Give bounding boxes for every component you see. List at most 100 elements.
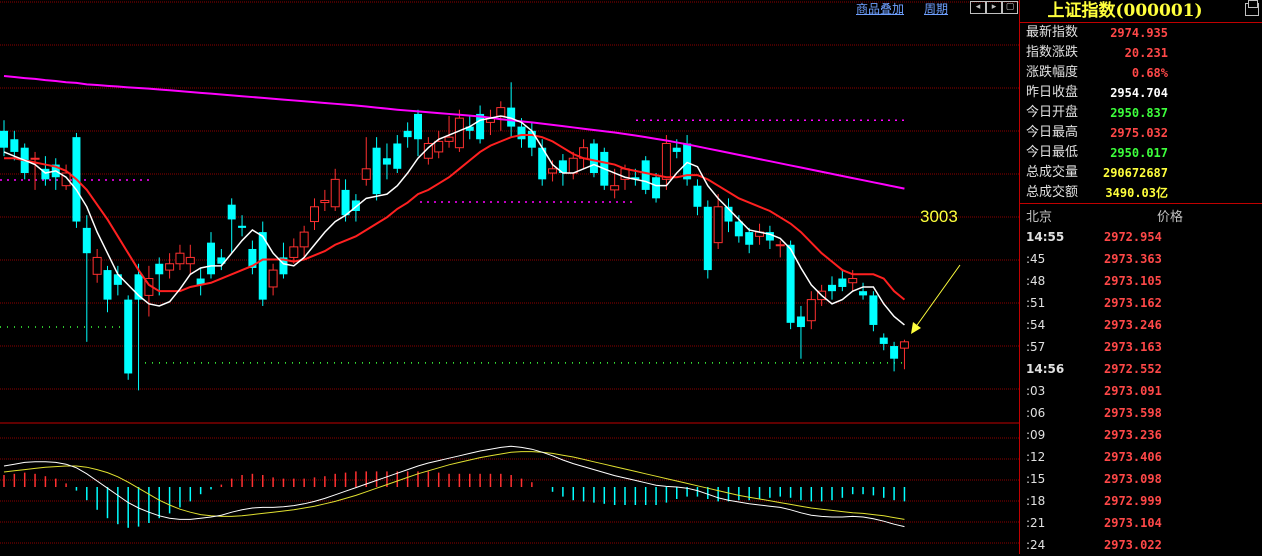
stat-value: 0.68% <box>1131 66 1168 80</box>
index-title: 上证指数(000001) <box>1047 1 1203 21</box>
left-arrow-icon[interactable]: ◂ <box>970 1 986 14</box>
candle-body <box>899 341 909 349</box>
candle-body <box>238 225 247 228</box>
stat-value: 2954.704 <box>1110 86 1168 100</box>
candle-body <box>869 295 878 325</box>
tick-row: :15 2973.098 <box>1020 468 1262 490</box>
ticks-header-price: 价格 <box>1156 210 1183 225</box>
candle-body <box>786 244 795 323</box>
stat-row: 今日最低 2950.017 <box>1020 143 1262 163</box>
stat-label: 昨日收盘 <box>1026 85 1079 100</box>
divider <box>1020 203 1262 204</box>
tick-time: 14:56 <box>1026 362 1065 376</box>
tick-row: :21 2973.104 <box>1020 512 1262 534</box>
tick-row: :54 2973.246 <box>1020 314 1262 336</box>
candle-body <box>434 140 444 153</box>
candle-body <box>268 269 278 288</box>
tick-row: :45 2973.363 <box>1020 248 1262 270</box>
candle-body <box>227 204 236 220</box>
tick-price: 2973.236 <box>1104 428 1162 442</box>
tick-price: 2973.406 <box>1104 450 1162 464</box>
tick-price: 2973.098 <box>1104 472 1162 486</box>
candle-body <box>610 185 620 191</box>
stat-row: 涨跌幅度 0.68% <box>1020 63 1262 83</box>
tick-price: 2973.163 <box>1104 340 1162 354</box>
stat-value: 20.231 <box>1124 46 1168 60</box>
candle-body <box>175 252 185 265</box>
candle-body <box>652 177 661 199</box>
kline-chart-area[interactable]: 商品叠加 周期 ◂ ▸ ▢ 3003 <box>0 0 1019 554</box>
candle-body <box>661 142 671 180</box>
candle-body <box>672 147 681 152</box>
tick-row: :06 2973.598 <box>1020 402 1262 424</box>
candle-body <box>496 107 506 117</box>
stat-row: 今日最高 2975.032 <box>1020 123 1262 143</box>
tick-time: 14:55 <box>1026 230 1065 244</box>
annotation-arrowhead <box>911 322 921 334</box>
candle-body <box>289 246 299 258</box>
stat-label: 今日开盘 <box>1026 105 1079 120</box>
candle-body <box>330 178 340 208</box>
tick-price: 2973.105 <box>1104 274 1162 288</box>
tick-row: 14:55 2972.954 <box>1020 226 1262 248</box>
candle-body <box>310 206 319 223</box>
stat-value: 2974.935 <box>1110 26 1168 40</box>
candle-body <box>403 130 412 138</box>
period-link[interactable]: 周期 <box>924 0 948 17</box>
candle-body <box>103 270 112 300</box>
tick-price: 2972.552 <box>1104 362 1162 376</box>
candle-body <box>185 256 195 265</box>
candle-body <box>124 299 133 374</box>
candle-body <box>838 278 847 287</box>
stat-row: 最新指数 2974.935 <box>1020 23 1262 43</box>
candle-body <box>683 143 692 180</box>
candle-body <box>92 256 102 275</box>
tick-price: 2973.091 <box>1104 384 1162 398</box>
candle-body <box>828 284 836 292</box>
candle-body <box>848 278 858 284</box>
tick-time: :45 <box>1026 252 1046 266</box>
restore-window-icon[interactable] <box>1245 0 1259 16</box>
tick-time: :54 <box>1026 318 1046 332</box>
stat-row: 指数涨跌 20.231 <box>1020 43 1262 63</box>
tick-row: :03 2973.091 <box>1020 380 1262 402</box>
tick-time: :03 <box>1026 384 1046 398</box>
tick-time: :57 <box>1026 340 1046 354</box>
stat-value: 2975.032 <box>1110 126 1168 140</box>
stat-label: 最新指数 <box>1026 25 1079 40</box>
tick-row: :18 2972.999 <box>1020 490 1262 512</box>
candle-body <box>30 157 40 160</box>
candle-body <box>155 263 164 275</box>
tick-time: :24 <box>1026 538 1046 552</box>
candle-body <box>10 139 19 152</box>
candle-body <box>879 337 888 344</box>
right-arrow-icon[interactable]: ▸ <box>986 1 1002 14</box>
candle-body <box>393 143 402 169</box>
tick-time: :48 <box>1026 274 1046 288</box>
stat-value: 2950.837 <box>1110 106 1168 120</box>
candle-body <box>0 130 8 148</box>
overlay-link[interactable]: 商品叠加 <box>856 0 904 17</box>
stat-value: 290672687 <box>1102 166 1168 180</box>
candle-body <box>734 221 743 237</box>
candle-body <box>527 130 536 148</box>
candle-body <box>703 206 712 271</box>
tick-row: :09 2973.236 <box>1020 424 1262 446</box>
candle-body <box>414 113 422 140</box>
kline-chart[interactable] <box>0 0 1019 554</box>
stat-value: 3490.03亿 <box>1105 186 1168 200</box>
tick-price: 2973.598 <box>1104 406 1162 420</box>
candle-body <box>299 231 309 248</box>
candle-body <box>745 232 754 245</box>
zoom-out-icon[interactable]: ▢ <box>1002 1 1018 14</box>
candle-body <box>796 316 805 328</box>
tick-row: :51 2973.162 <box>1020 292 1262 314</box>
tick-row: 14:56 2972.552 <box>1020 358 1262 380</box>
tick-price: 2972.999 <box>1104 494 1162 508</box>
tick-price: 2973.363 <box>1104 252 1162 266</box>
tick-price: 2973.162 <box>1104 296 1162 310</box>
tick-time: :15 <box>1026 472 1046 486</box>
tick-row: :48 2973.105 <box>1020 270 1262 292</box>
candle-body <box>207 242 215 275</box>
ticks-header: 北京 价格 <box>1020 206 1262 226</box>
